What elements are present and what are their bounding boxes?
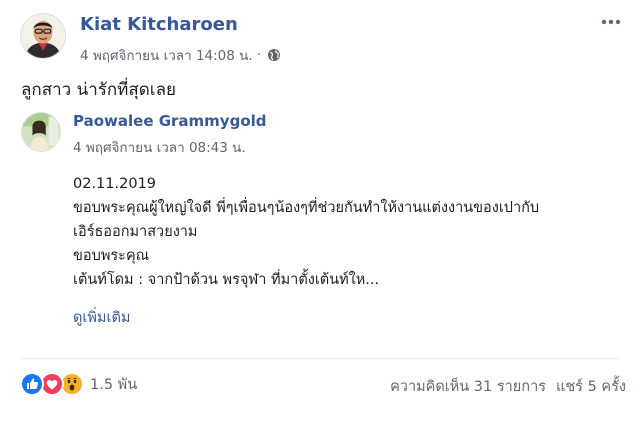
shared-post-timestamp[interactable]: 4 พฤศจิกายน เวลา 08:43 น.	[73, 136, 246, 158]
share-count-link[interactable]: แชร์ 5 ครั้ง	[556, 375, 626, 398]
more-options-button[interactable]	[598, 12, 624, 32]
author-avatar[interactable]	[20, 13, 66, 59]
shared-text-line: ขอบพระคุณผู้ใหญ่ใจดี พี่ๆเพื่อนๆน้องๆที่…	[73, 200, 540, 216]
shared-text-line: ขอบพระคุณ	[73, 248, 150, 264]
author-name-link[interactable]: Kiat Kitcharoen	[80, 14, 238, 35]
comment-count-link[interactable]: ความคิดเห็น 31 รายการ	[390, 375, 546, 398]
more-dots-icon	[601, 19, 621, 25]
divider	[21, 358, 619, 359]
see-more-link[interactable]: ดูเพิ่มเติม	[73, 306, 130, 329]
engagement-stats: ความคิดเห็น 31 รายการ แชร์ 5 ครั้ง	[390, 375, 626, 398]
shared-text-line: เอิร์ธออกมาสวยงาม	[73, 224, 198, 240]
post-timestamp[interactable]: 4 พฤศจิกายน เวลา 14:08 น.	[80, 44, 253, 66]
like-reaction-icon	[20, 372, 44, 396]
shared-author-avatar[interactable]	[21, 112, 61, 152]
shared-text-line: เต้นท์โดม : จากป้าด้วน พรจุฬา ที่มาตั้งเ…	[73, 272, 380, 288]
shared-post-text: 02.11.2019 ขอบพระคุณผู้ใหญ่ใจดี พี่ๆเพื่…	[73, 172, 539, 292]
shared-author-name-link[interactable]: Paowalee Grammygold	[73, 112, 267, 130]
facebook-post: Kiat Kitcharoen 4 พฤศจิกายน เวลา 14:08 น…	[0, 0, 640, 422]
post-meta: 4 พฤศจิกายน เวลา 14:08 น. ·	[80, 44, 281, 66]
reaction-count[interactable]: 1.5 พัน	[90, 373, 137, 396]
globe-icon[interactable]	[267, 48, 281, 62]
reaction-icons	[20, 372, 86, 396]
meta-separator: ·	[256, 47, 261, 63]
post-text: ลูกสาว น่ารักที่สุดเลย	[21, 80, 176, 100]
reactions-summary[interactable]: 1.5 พัน	[20, 372, 137, 396]
shared-text-line: 02.11.2019	[73, 176, 157, 192]
